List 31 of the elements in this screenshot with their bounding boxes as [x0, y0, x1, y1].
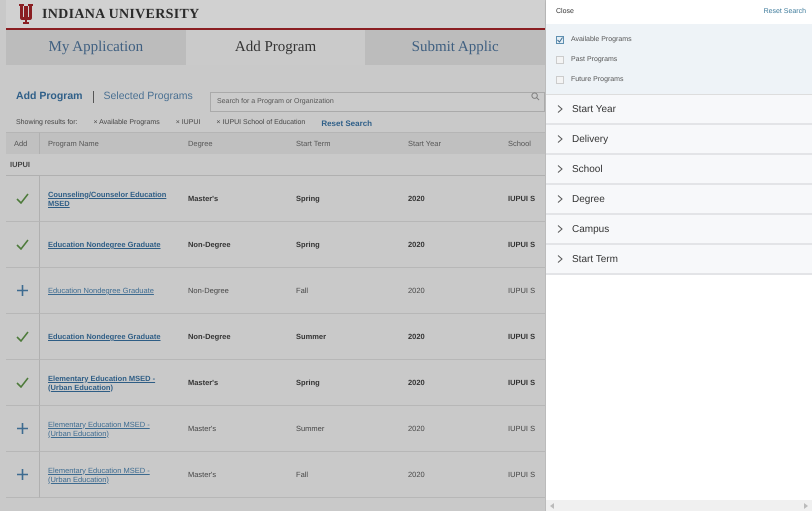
accordion-header[interactable]: Campus	[546, 215, 812, 245]
chevron-right-icon	[556, 135, 564, 143]
chevron-right-icon	[556, 255, 564, 263]
check-icon[interactable]	[16, 239, 29, 250]
scroll-right-icon[interactable]	[803, 502, 808, 508]
accordion-header[interactable]: School	[546, 155, 812, 185]
tab[interactable]: My Application	[6, 30, 186, 65]
checkbox[interactable]	[556, 36, 564, 44]
check-icon[interactable]	[16, 377, 29, 388]
accordion-header[interactable]: Start Year	[546, 95, 812, 125]
search-icon[interactable]	[531, 92, 540, 101]
plus-icon[interactable]	[17, 469, 28, 480]
horizontal-scrollbar[interactable]	[546, 500, 812, 511]
subnav-link[interactable]: Add Program	[16, 89, 83, 105]
check-icon[interactable]	[16, 331, 29, 342]
chevron-right-icon	[556, 195, 564, 203]
tab[interactable]: Submit Applic	[365, 30, 545, 65]
plus-icon[interactable]	[17, 423, 28, 434]
accordion-header[interactable]: Delivery	[546, 125, 812, 155]
check-icon[interactable]	[16, 193, 29, 204]
scroll-left-icon[interactable]	[550, 502, 555, 508]
university-title: INDIANA UNIVERSITY	[42, 6, 200, 24]
accordion-header[interactable]: Degree	[546, 185, 812, 215]
chevron-right-icon	[556, 105, 564, 113]
subnav-link[interactable]: Selected Programs	[104, 89, 193, 105]
chevron-right-icon	[556, 165, 564, 173]
chevron-right-icon	[556, 225, 564, 233]
trident-logo-icon	[18, 4, 34, 24]
reset-search-link[interactable]: Reset Search	[321, 118, 372, 130]
plus-icon[interactable]	[17, 285, 28, 296]
accordion-header[interactable]: Start Term	[546, 245, 812, 275]
